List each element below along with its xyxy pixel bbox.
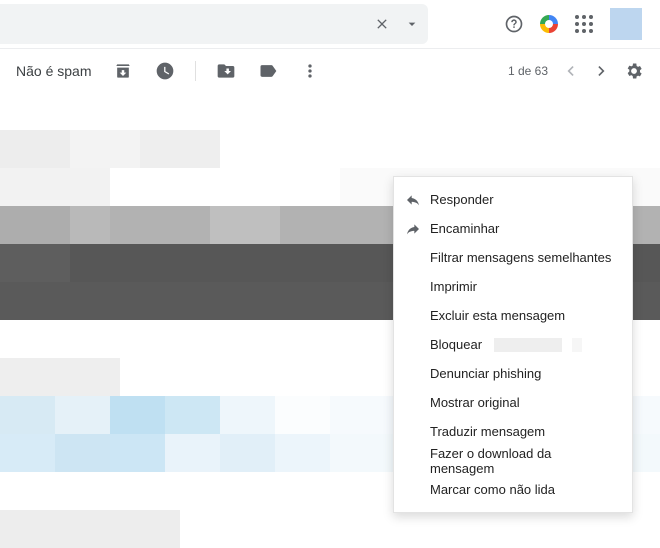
- menu-item-download[interactable]: Fazer o download da mensagem: [394, 446, 632, 475]
- menu-item-print[interactable]: Imprimir: [394, 272, 632, 301]
- close-icon[interactable]: [374, 16, 390, 32]
- snooze-icon[interactable]: [155, 61, 175, 81]
- chevron-down-icon[interactable]: [404, 16, 420, 32]
- archive-icon[interactable]: [113, 61, 133, 81]
- more-icon[interactable]: [300, 61, 320, 81]
- menu-item-reply[interactable]: Responder: [394, 185, 632, 214]
- pager-text: 1 de 63: [508, 64, 548, 78]
- apps-icon[interactable]: [574, 14, 594, 34]
- chevron-left-icon[interactable]: [560, 61, 580, 81]
- label-icon[interactable]: [258, 61, 278, 81]
- menu-item-forward[interactable]: Encaminhar: [394, 214, 632, 243]
- menu-label: Filtrar mensagens semelhantes: [430, 250, 611, 265]
- redacted-sender: [572, 338, 582, 352]
- menu-item-block[interactable]: Bloquear: [394, 330, 632, 359]
- reply-icon: [404, 191, 422, 209]
- menu-label: Fazer o download da mensagem: [430, 446, 616, 476]
- header-actions: [504, 8, 660, 40]
- menu-label: Denunciar phishing: [430, 366, 541, 381]
- menu-label: Imprimir: [430, 279, 477, 294]
- help-icon[interactable]: [504, 14, 524, 34]
- menu-label: Encaminhar: [430, 221, 499, 236]
- menu-item-delete[interactable]: Excluir esta mensagem: [394, 301, 632, 330]
- menu-label: Traduzir mensagem: [430, 424, 545, 439]
- menu-item-filter[interactable]: Filtrar mensagens semelhantes: [394, 243, 632, 272]
- not-spam-button[interactable]: Não é spam: [16, 63, 91, 79]
- chevron-right-icon[interactable]: [592, 61, 612, 81]
- google-compose-icon[interactable]: [540, 15, 558, 33]
- gear-icon[interactable]: [624, 61, 644, 81]
- avatar[interactable]: [610, 8, 642, 40]
- menu-item-unread[interactable]: Marcar como não lida: [394, 475, 632, 504]
- app-header: [0, 0, 660, 49]
- redacted-sender: [494, 338, 562, 352]
- menu-label: Mostrar original: [430, 395, 520, 410]
- menu-label: Marcar como não lida: [430, 482, 555, 497]
- menu-item-translate[interactable]: Traduzir mensagem: [394, 417, 632, 446]
- search-bar[interactable]: [0, 4, 428, 44]
- forward-icon: [404, 220, 422, 238]
- message-more-menu: Responder Encaminhar Filtrar mensagens s…: [393, 176, 633, 513]
- menu-label: Excluir esta mensagem: [430, 308, 565, 323]
- menu-item-original[interactable]: Mostrar original: [394, 388, 632, 417]
- move-icon[interactable]: [216, 61, 236, 81]
- menu-label: Responder: [430, 192, 494, 207]
- menu-item-phishing[interactable]: Denunciar phishing: [394, 359, 632, 388]
- menu-label: Bloquear: [430, 337, 482, 352]
- action-toolbar: Não é spam 1 de 63: [0, 49, 660, 93]
